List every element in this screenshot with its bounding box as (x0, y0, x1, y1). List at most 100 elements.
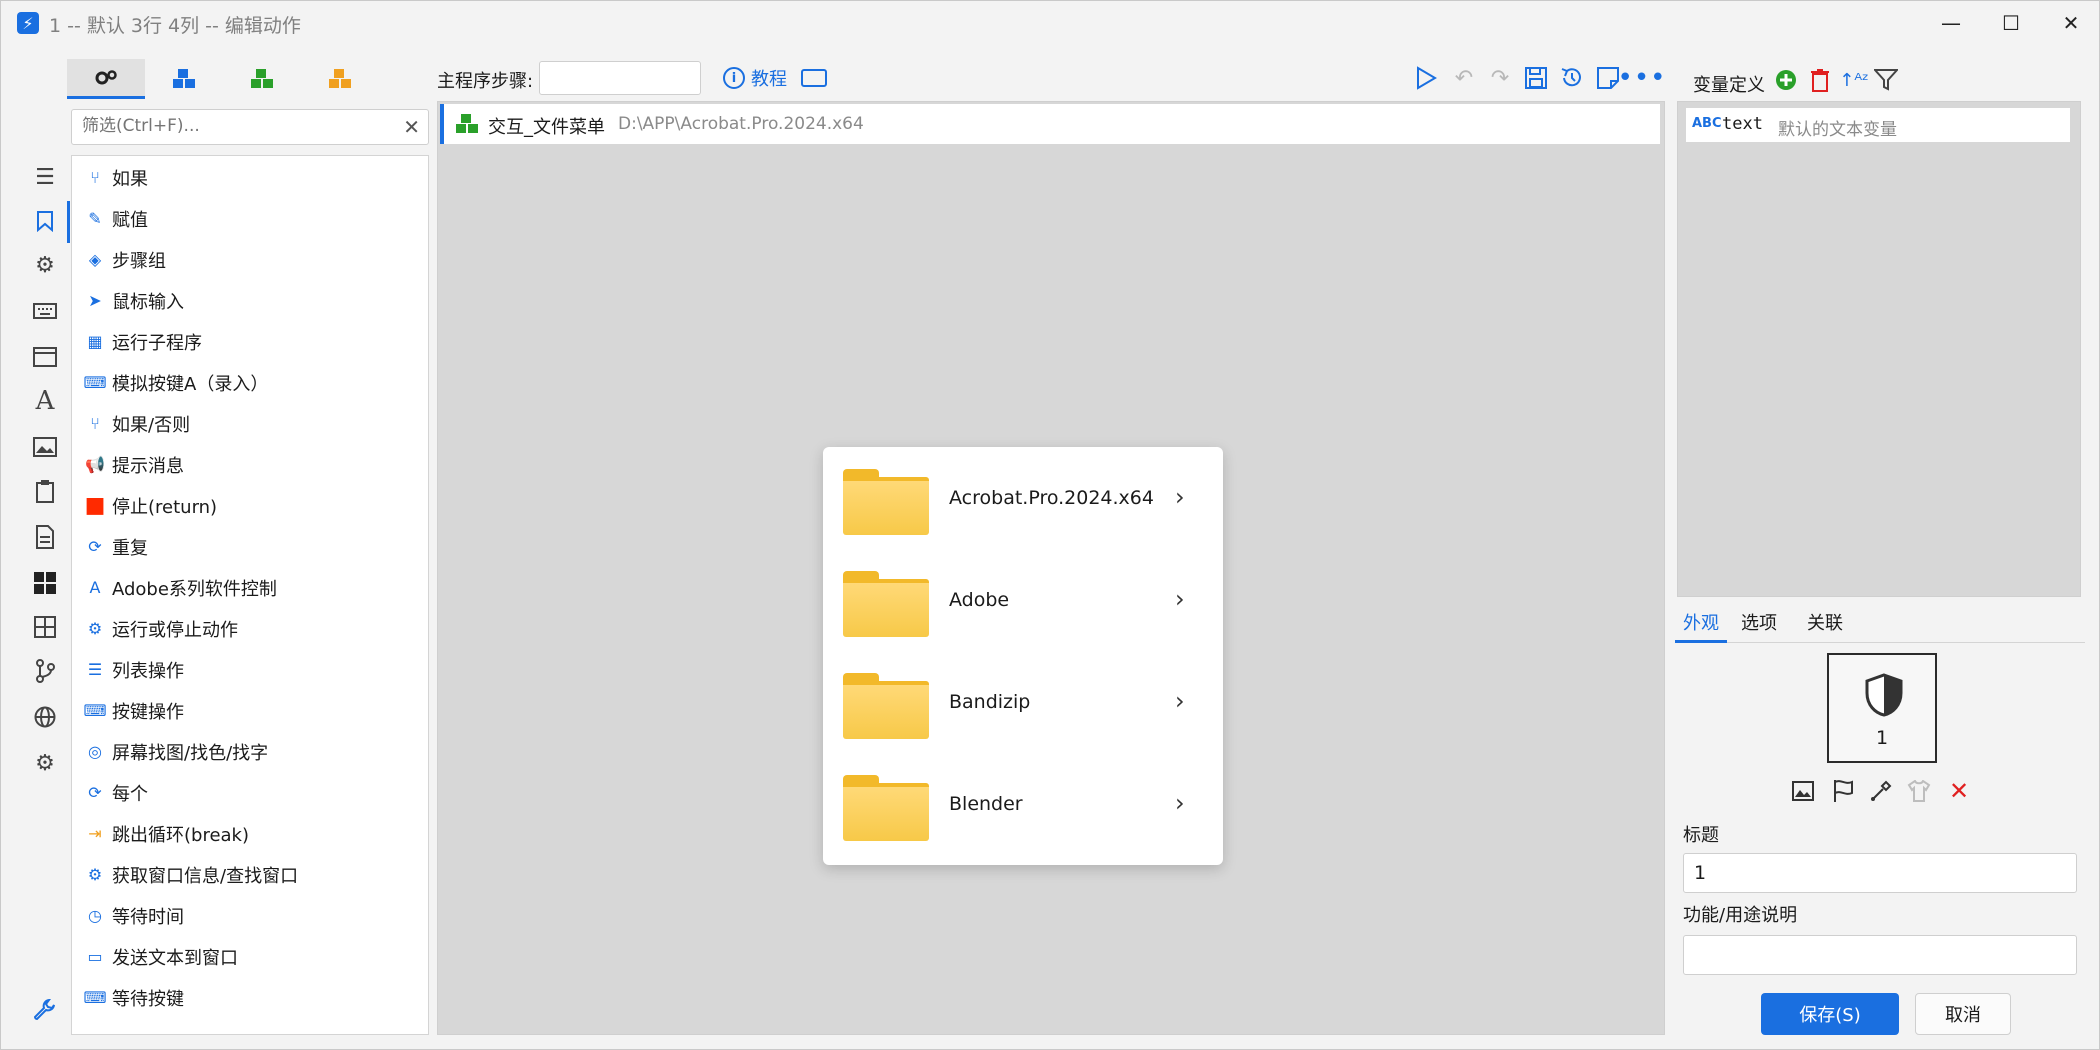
step-item[interactable]: ▦ 运行子程序 (72, 320, 428, 361)
keyboard-icon[interactable] (31, 297, 59, 325)
filter-input[interactable] (82, 116, 382, 136)
add-icon[interactable] (1773, 67, 1799, 93)
tab-relations[interactable]: 关联 (1805, 609, 1845, 643)
step-item[interactable]: ⌨ 按键操作 (72, 689, 428, 730)
step-item-label: 屏幕找图/找色/找字 (112, 743, 269, 764)
gears-settings-icon[interactable]: ⚙ (31, 749, 59, 777)
variable-list: ABC text 默认的文本变量 (1677, 101, 2081, 597)
calculator-icon[interactable] (31, 613, 59, 641)
history-icon[interactable] (1559, 65, 1585, 91)
category-tabs (67, 59, 431, 99)
step-item[interactable]: ⟳ 每个 (72, 771, 428, 812)
step-item-label: 提示消息 (112, 456, 184, 477)
step-item[interactable]: ⇥ 跳出循环(break) (72, 812, 428, 853)
flag-icon[interactable] (1829, 777, 1857, 805)
list-icon: ☰ (87, 659, 103, 679)
blue-cubes-icon (173, 69, 195, 88)
folder-menu-item[interactable]: Adobe › (823, 551, 1223, 653)
step-item[interactable]: ➤ 鼠标输入 (72, 279, 428, 320)
tutorial-link[interactable]: i 教程 (723, 65, 787, 91)
tab-orange-cubes[interactable] (301, 59, 379, 99)
globe-icon[interactable] (31, 703, 59, 731)
wrench-icon[interactable] (31, 997, 59, 1025)
image-icon[interactable] (1789, 777, 1817, 805)
folder-menu-item[interactable]: Blender › (823, 755, 1223, 857)
variable-description: 默认的文本变量 (1778, 120, 1897, 140)
minimize-button[interactable]: — (1921, 1, 1981, 45)
step-item[interactable]: ⑂ 如果 (72, 156, 428, 197)
windows-icon[interactable] (31, 569, 59, 597)
gears-icon (95, 69, 117, 84)
folder-menu-item[interactable]: Bandizip › (823, 653, 1223, 755)
step-item[interactable]: ▭ 发送文本到窗口 (72, 935, 428, 976)
tab-blue-cubes[interactable] (145, 59, 223, 99)
save-button[interactable]: 保存(S) (1761, 993, 1899, 1035)
menu-icon[interactable]: ☰ (31, 163, 59, 191)
cancel-button[interactable]: 取消 (1915, 993, 2011, 1035)
step-item[interactable]: 📢 提示消息 (72, 443, 428, 484)
step-item[interactable]: A Adobe系列软件控制 (72, 566, 428, 607)
step-item[interactable]: ⌨ 模拟按键A（录入） (72, 361, 428, 402)
step-item-label: 运行子程序 (112, 333, 202, 354)
step-item[interactable]: ⚙ 获取窗口信息/查找窗口 (72, 853, 428, 894)
document-icon[interactable] (31, 523, 59, 551)
tab-options[interactable]: 选项 (1739, 609, 1779, 643)
delete-icon[interactable]: ✕ (1945, 777, 1973, 805)
step-item[interactable]: ◷ 等待时间 (72, 894, 428, 935)
more-icon[interactable]: ••• (1618, 63, 1666, 93)
step-item[interactable]: ☰ 列表操作 (72, 648, 428, 689)
git-branch-icon[interactable] (31, 657, 59, 685)
folder-menu-item[interactable]: Acrobat.Pro.2024.x64 › (823, 449, 1223, 551)
filter-icon[interactable] (1873, 67, 1899, 93)
play-icon[interactable] (1413, 65, 1439, 91)
step-item[interactable]: ⚙ 运行或停止动作 (72, 607, 428, 648)
step-item-label: Adobe系列软件控制 (112, 579, 277, 600)
redo-icon[interactable]: ↷ (1487, 65, 1513, 91)
action-badge-preview[interactable]: 1 (1827, 653, 1937, 763)
tab-appearance[interactable]: 外观 (1675, 609, 1727, 643)
keyboard-icon: ⌨ (83, 987, 107, 1007)
bookmark-icon[interactable] (31, 207, 59, 235)
edit-icon: ✎ (88, 208, 102, 228)
chevron-right-icon: › (1175, 687, 1185, 715)
folder-icon (843, 469, 929, 535)
megaphone-icon: 📢 (85, 454, 105, 474)
undo-icon[interactable]: ↶ (1451, 65, 1477, 91)
tab-settings[interactable] (67, 59, 145, 99)
step-item[interactable]: ⟳ 重复 (72, 525, 428, 566)
shield-icon (1865, 673, 1903, 717)
step-item[interactable]: ◎ 屏幕找图/找色/找字 (72, 730, 428, 771)
step-item-label: 停止(return) (112, 497, 218, 518)
eyedropper-icon[interactable] (1867, 777, 1895, 805)
folder-name: Acrobat.Pro.2024.x64 (949, 487, 1154, 509)
step-item[interactable]: ■ 停止(return) (72, 484, 428, 525)
main-steps-input[interactable] (539, 61, 701, 95)
step-item[interactable]: ✎ 赋值 (72, 197, 428, 238)
close-icon[interactable]: ✕ (403, 115, 420, 139)
title-field[interactable]: 1 (1683, 853, 2077, 893)
save-icon[interactable] (1523, 65, 1549, 91)
gear-icon[interactable]: ⚙ (31, 251, 59, 279)
step-item-label: 按键操作 (112, 702, 184, 723)
keyboard-icon[interactable] (801, 69, 827, 87)
clipboard-icon[interactable] (31, 477, 59, 505)
step-item[interactable]: ⑂ 如果/否则 (72, 402, 428, 443)
tab-green-cubes[interactable] (223, 59, 301, 99)
main-step-row[interactable]: 交互_文件菜单 D:\APP\Acrobat.Pro.2024.x64 (440, 104, 1660, 144)
adobe-icon: A (89, 577, 101, 597)
maximize-button[interactable]: ☐ (1981, 1, 2041, 45)
stop-icon: ■ (84, 492, 106, 518)
chevron-right-icon: › (1175, 483, 1185, 511)
trash-icon[interactable] (1807, 67, 1833, 93)
image-icon[interactable] (31, 433, 59, 461)
variable-row[interactable]: ABC text 默认的文本变量 (1686, 108, 2070, 142)
step-item-label: 每个 (112, 784, 148, 805)
step-item[interactable]: ◈ 步骤组 (72, 238, 428, 279)
close-window-button[interactable]: ✕ (2041, 1, 2100, 45)
description-field[interactable] (1683, 935, 2077, 975)
step-item[interactable]: ⌨ 等待按键 (72, 976, 428, 1017)
sort-az-icon[interactable]: ↑ᴬᶻ (1839, 67, 1868, 93)
font-icon[interactable]: A (31, 386, 59, 416)
shirt-icon[interactable] (1905, 777, 1933, 805)
window-icon[interactable] (31, 343, 59, 371)
